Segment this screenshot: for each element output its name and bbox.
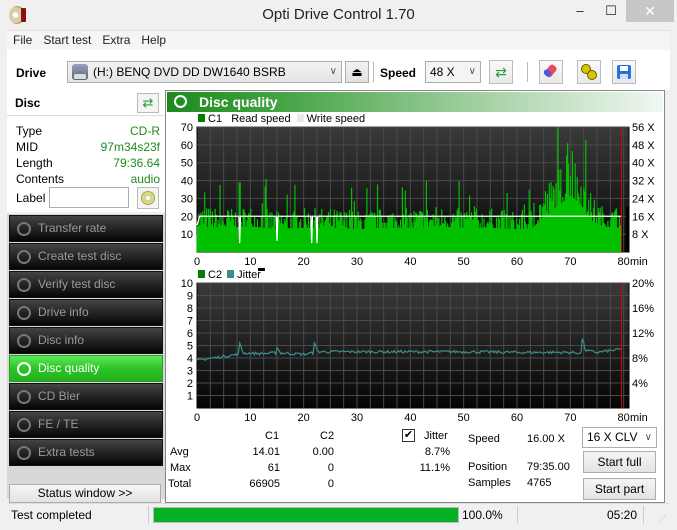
- y-tick-label: 5: [187, 341, 193, 353]
- speed-stat-value: 16.00 X: [527, 433, 565, 445]
- x-axis-unit: min: [630, 412, 648, 424]
- x-tick-label: 50: [458, 412, 470, 424]
- y-tick-label: 1: [187, 391, 193, 403]
- y2-tick-label: 8 X: [632, 229, 649, 241]
- c1-max: 61: [267, 462, 280, 474]
- progress-fill: [154, 508, 458, 522]
- y-tick-label: 30: [181, 193, 193, 205]
- x-axis-unit: min: [630, 256, 648, 268]
- x-tick-label: 20: [298, 412, 310, 424]
- c2-max: 0: [327, 462, 334, 474]
- y-tick-label: 10: [181, 229, 193, 241]
- y-tick-label: 10: [181, 278, 193, 290]
- start-part-button[interactable]: Start part: [583, 478, 656, 500]
- position-label: Position: [468, 461, 508, 473]
- x-tick-label: 60: [511, 412, 523, 424]
- c2-total: 0: [327, 478, 334, 490]
- x-tick-label: 0: [194, 256, 200, 268]
- y-tick-label: 50: [181, 158, 193, 170]
- y2-tick-label: 8%: [632, 353, 648, 365]
- col-c1-header: C1: [265, 430, 280, 442]
- y2-tick-label: 4%: [632, 378, 648, 390]
- y-tick-label: 70: [181, 122, 193, 134]
- y-tick-label: 20: [181, 211, 193, 223]
- x-tick-label: 80: [618, 412, 630, 424]
- test-speed-value: 16 X CLV: [587, 430, 638, 444]
- chevron-down-icon: ∨: [644, 432, 652, 443]
- y-tick-label: 40: [181, 176, 193, 188]
- test-speed-select[interactable]: 16 X CLV ∨: [582, 427, 657, 448]
- y2-tick-label: 56 X: [632, 122, 655, 134]
- y-tick-label: 60: [181, 140, 193, 152]
- samples-label: Samples: [468, 477, 511, 489]
- x-tick-label: 20: [298, 256, 310, 268]
- y-tick-label: 7: [187, 316, 193, 328]
- speed-scale-bar: [626, 207, 629, 252]
- y2-tick-label: 32 X: [632, 176, 655, 188]
- status-divider: [148, 506, 149, 524]
- jitter-checkbox[interactable]: ✔: [402, 429, 415, 442]
- x-tick-label: 30: [351, 256, 363, 268]
- col-c2-header: C2: [320, 430, 335, 442]
- y2-tick-label: 16 X: [632, 211, 655, 223]
- x-tick-label: 30: [351, 412, 363, 424]
- x-tick-label: 80: [618, 256, 630, 268]
- resize-grip-icon[interactable]: ⋰: [658, 514, 666, 523]
- progress-bar: [153, 507, 459, 523]
- y-tick-label: 8: [187, 303, 193, 315]
- x-tick-label: 70: [564, 412, 576, 424]
- y2-tick-label: 24 X: [632, 193, 655, 205]
- jitter-max: 11.1%: [419, 462, 450, 474]
- x-tick-label: 40: [404, 256, 416, 268]
- speed-stat-label: Speed: [468, 433, 500, 445]
- y2-tick-label: 48 X: [632, 140, 655, 152]
- x-tick-label: 50: [458, 256, 470, 268]
- status-divider: [643, 506, 644, 524]
- x-tick-label: 10: [244, 256, 256, 268]
- y-tick-label: 3: [187, 366, 193, 378]
- status-text: Test completed: [11, 508, 92, 522]
- x-tick-label: 10: [244, 412, 256, 424]
- x-tick-label: 70: [564, 256, 576, 268]
- samples-value: 4765: [527, 477, 552, 489]
- jitter-avg: 8.7%: [424, 446, 450, 458]
- x-tick-label: 0: [194, 412, 200, 424]
- position-value: 79:35.00: [527, 461, 570, 473]
- status-bar: Test completed 100.0% 05:20 ⋰: [7, 503, 670, 525]
- charts: 102030405060700 10 20 30 40 50 60 70 80 min8 X16 …: [181, 122, 656, 424]
- progress-percent: 100.0%: [462, 508, 503, 522]
- y-tick-label: 9: [187, 291, 193, 303]
- c1-avg: 14.01: [252, 446, 280, 458]
- max-label: Max: [170, 462, 191, 474]
- col-jitter-header: Jitter: [424, 430, 448, 442]
- x-tick-label: 40: [404, 412, 416, 424]
- c1-total: 66905: [249, 478, 280, 490]
- status-divider: [517, 506, 518, 524]
- c2-avg: 0.00: [312, 446, 334, 458]
- y2-tick-label: 20%: [632, 278, 654, 290]
- y2-tick-label: 16%: [632, 303, 654, 315]
- total-label: Total: [168, 478, 192, 490]
- y-tick-label: 4: [187, 353, 193, 365]
- y2-tick-label: 12%: [632, 328, 654, 340]
- elapsed-time: 05:20: [607, 508, 638, 522]
- x-tick-label: 60: [511, 256, 523, 268]
- y-tick-label: 2: [187, 378, 193, 390]
- avg-label: Avg: [170, 446, 189, 458]
- y2-tick-label: 40 X: [632, 158, 655, 170]
- start-full-button[interactable]: Start full: [583, 451, 656, 473]
- y-tick-label: 6: [187, 328, 193, 340]
